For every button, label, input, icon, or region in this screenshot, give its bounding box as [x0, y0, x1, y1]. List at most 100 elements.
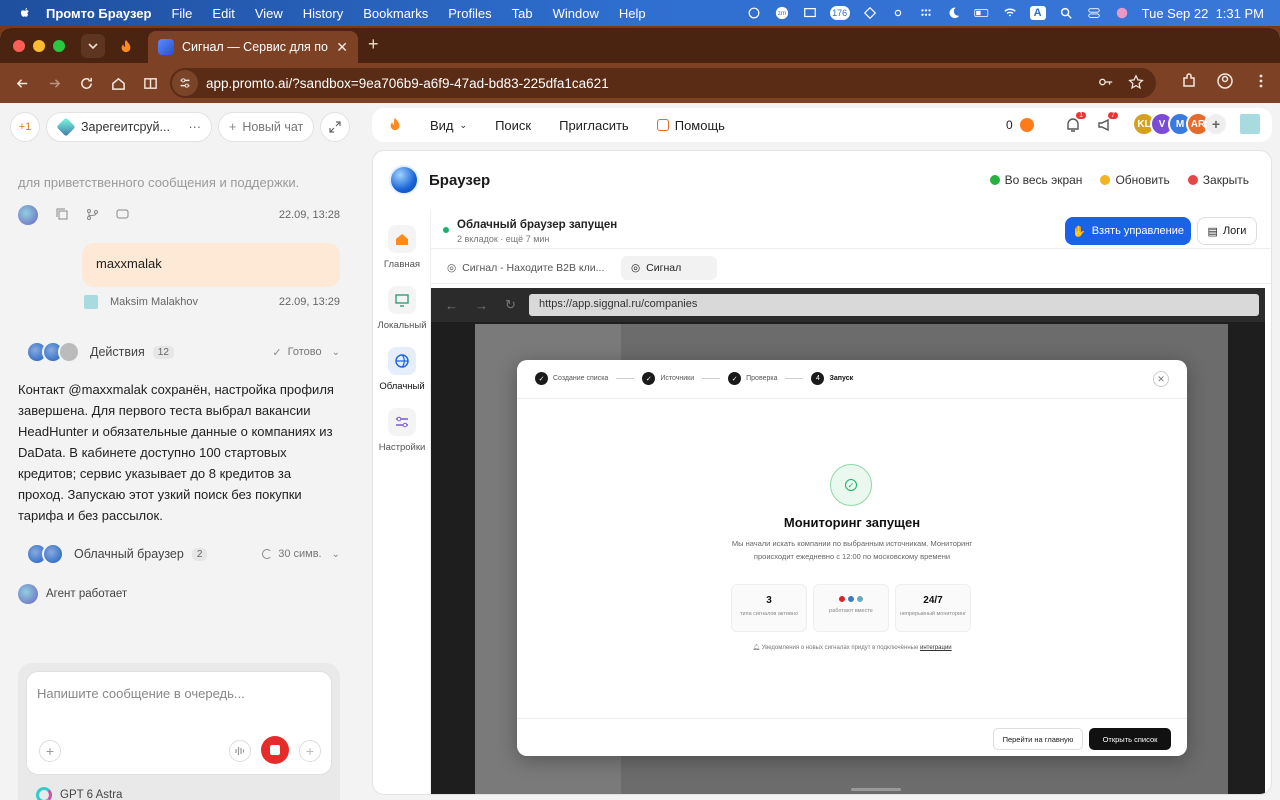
extensions-icon[interactable]	[1180, 72, 1198, 95]
chat-more-icon[interactable]: ···	[189, 120, 202, 134]
add-collaborator-button[interactable]: +	[1204, 112, 1228, 136]
menu-tab[interactable]: Tab	[512, 6, 533, 21]
view-menu[interactable]: Вид ⌄	[430, 118, 467, 133]
menu-file[interactable]: File	[171, 6, 192, 21]
count-badge-icon[interactable]: 176	[829, 6, 850, 20]
current-chat-chip[interactable]: Зарегеитсруй... ···	[46, 112, 212, 142]
moon-icon[interactable]	[946, 6, 962, 20]
clock[interactable]: Tue Sep 22 1:31 PM	[1142, 6, 1264, 21]
tab-list-button[interactable]	[81, 33, 105, 58]
take-control-button[interactable]: ✋ Взять управление	[1065, 217, 1191, 245]
remote-forward-icon[interactable]: →	[475, 298, 491, 313]
chevron-down-icon[interactable]: ⌄	[332, 347, 340, 358]
remote-url-field[interactable]: https://app.siggnal.ru/companies	[529, 294, 1259, 316]
open-list-button[interactable]: Открыть список	[1089, 728, 1171, 750]
invite-link[interactable]: Пригласить	[559, 118, 629, 133]
source-logos-icon	[814, 595, 888, 603]
close-window-button[interactable]	[13, 39, 25, 52]
refresh-button[interactable]: Обновить	[1100, 173, 1170, 187]
remote-tab-2[interactable]: ◎ Сигнал	[621, 255, 717, 280]
menu-view[interactable]: View	[255, 6, 283, 21]
back-button[interactable]	[12, 73, 32, 93]
modal-close-button[interactable]: ✕	[1153, 371, 1169, 387]
address-bar[interactable]: app.promto.ai/?sandbox=9ea706b9-a6f9-47a…	[170, 68, 1156, 98]
tab-active[interactable]: Сигнал — Сервис для поиск ✕	[148, 31, 358, 63]
add-chat-chip[interactable]: +1	[10, 112, 40, 142]
pinned-tab[interactable]	[111, 32, 141, 60]
scroll-indicator[interactable]	[851, 788, 901, 791]
spotlight-icon[interactable]	[1058, 6, 1074, 20]
help-link[interactable]: Помощь	[656, 118, 725, 133]
model-selector[interactable]: GPT 6 Astra	[36, 787, 122, 800]
home-button[interactable]	[108, 73, 128, 93]
minimize-window-button[interactable]	[33, 39, 45, 52]
screen-icon[interactable]	[802, 6, 818, 20]
battery-icon[interactable]	[973, 6, 990, 20]
site-settings-icon[interactable]	[172, 70, 198, 96]
zoom-icon[interactable]: zm	[774, 6, 790, 20]
go-home-button[interactable]: Перейти на главную	[993, 728, 1083, 750]
user-message-meta: Maksim Malakhov 22.09, 13:29	[84, 295, 340, 309]
attach-button[interactable]: +	[39, 740, 61, 762]
menu-edit[interactable]: Edit	[212, 6, 234, 21]
add-button[interactable]: +	[299, 740, 321, 762]
copy-icon[interactable]	[56, 208, 70, 222]
dots-icon[interactable]	[918, 6, 934, 20]
stop-button[interactable]	[261, 736, 289, 764]
siri-icon[interactable]	[1114, 6, 1130, 20]
app-menu[interactable]: Промто Браузер	[46, 6, 151, 21]
logs-button[interactable]: ▤ Логи	[1197, 217, 1257, 245]
openai-icon[interactable]	[746, 6, 762, 20]
composer-placeholder[interactable]: Напишите сообщение в очередь...	[37, 686, 245, 701]
apple-icon[interactable]	[18, 6, 32, 20]
profile-icon[interactable]	[1216, 72, 1234, 95]
cloud-browser-summary[interactable]: Облачный браузер 2 30 симв. ⌄	[26, 543, 340, 565]
reload-button[interactable]	[76, 73, 96, 93]
mode-home[interactable]: Главная	[373, 225, 431, 270]
menu-history[interactable]: History	[303, 6, 343, 21]
voice-button[interactable]	[229, 740, 251, 762]
user-square-avatar[interactable]	[1238, 112, 1262, 136]
message-composer[interactable]: Напишите сообщение в очередь... + +	[26, 671, 332, 775]
menu-window[interactable]: Window	[553, 6, 599, 21]
steam-icon[interactable]	[890, 6, 906, 20]
actions-summary[interactable]: Действия 12 ✓ Готово ⌄	[26, 341, 340, 363]
new-tab-button[interactable]: +	[368, 35, 379, 53]
expand-button[interactable]	[320, 112, 351, 142]
input-source-icon[interactable]: A	[1029, 6, 1046, 20]
remote-reload-icon[interactable]: ↻	[505, 297, 521, 313]
integrations-link[interactable]: интеграции	[920, 645, 952, 651]
mode-cloud[interactable]: Облачный	[373, 347, 431, 392]
close-panel-button[interactable]: Закрыть	[1187, 173, 1249, 187]
menu-bookmarks[interactable]: Bookmarks	[363, 6, 428, 21]
more-menu-icon[interactable]	[1252, 72, 1270, 95]
remote-viewport[interactable]: ← → ↻ https://app.siggnal.ru/companies ✓…	[431, 288, 1265, 794]
password-key-icon[interactable]	[1098, 74, 1114, 93]
control-center-icon[interactable]	[1086, 6, 1102, 20]
announcements-button[interactable]: 7	[1096, 112, 1118, 134]
menu-profiles[interactable]: Profiles	[448, 6, 491, 21]
diamond-icon[interactable]	[862, 6, 878, 20]
logo-flame-icon[interactable]	[388, 117, 402, 134]
branch-icon[interactable]	[86, 208, 100, 222]
split-view-button[interactable]	[140, 73, 160, 93]
wifi-icon[interactable]	[1002, 6, 1018, 20]
remote-tab-1[interactable]: ◎ Сигнал - Находите B2B кли...	[437, 256, 615, 280]
new-chat-button[interactable]: + Новый чат	[218, 112, 315, 142]
remote-back-icon[interactable]: ←	[445, 298, 461, 313]
notifications-button[interactable]: 1	[1064, 112, 1086, 134]
close-tab-icon[interactable]: ✕	[336, 39, 348, 56]
balance[interactable]: 0	[1006, 118, 1034, 132]
panel-title: Браузер	[429, 171, 491, 189]
feedback-icon[interactable]	[116, 208, 130, 222]
search-link[interactable]: Поиск	[495, 118, 531, 133]
forward-button[interactable]	[44, 73, 64, 93]
mode-local[interactable]: Локальный	[373, 286, 431, 331]
chevron-down-icon[interactable]: ⌄	[332, 549, 340, 560]
zoom-window-button[interactable]	[53, 39, 65, 52]
stat-monitoring: 24/7 непрерывный мониторинг	[895, 584, 971, 632]
menu-help[interactable]: Help	[619, 6, 646, 21]
bookmark-star-icon[interactable]	[1128, 74, 1144, 93]
mode-settings[interactable]: Настройки	[373, 408, 431, 453]
fullscreen-button[interactable]: Во весь экран	[989, 173, 1082, 187]
